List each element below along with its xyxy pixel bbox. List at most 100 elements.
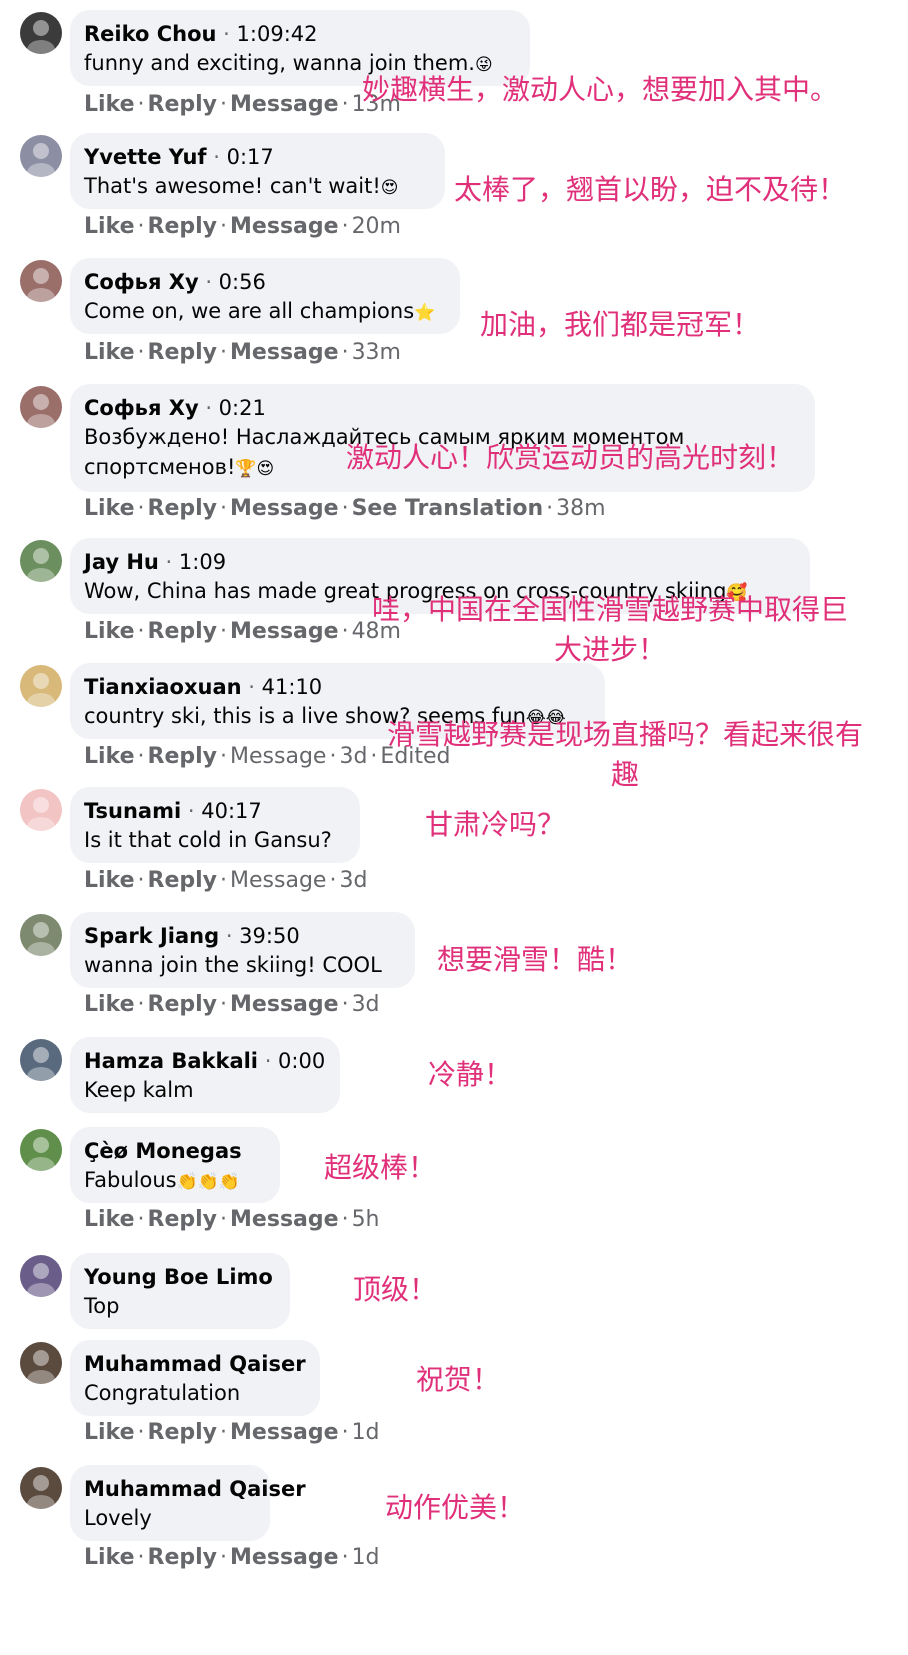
separator: ·	[220, 992, 228, 1017]
comment-age[interactable]: 1d	[352, 1420, 380, 1445]
video-timestamp[interactable]: 1:09:42	[237, 22, 318, 46]
comment-text-line: Is it that cold in Gansu?	[84, 828, 332, 852]
video-timestamp[interactable]: 0:00	[278, 1049, 325, 1073]
message-button[interactable]: Message	[230, 1420, 339, 1445]
video-timestamp[interactable]: 0:56	[219, 270, 266, 294]
reply-button[interactable]: Reply	[148, 92, 218, 117]
comment-age[interactable]: 33m	[352, 340, 401, 365]
comment-author[interactable]: Софья Ху	[84, 396, 199, 420]
comment-author[interactable]: Hamza Bakkali	[84, 1049, 258, 1073]
avatar[interactable]	[20, 386, 62, 428]
avatar[interactable]	[20, 135, 62, 177]
like-button[interactable]: Like	[84, 868, 135, 893]
translation-overlay: 祝贺！	[415, 1363, 500, 1396]
reply-button[interactable]: Reply	[148, 992, 218, 1017]
comment-text-line: Come on, we are all champions	[84, 299, 415, 323]
message-button[interactable]: Message	[230, 214, 339, 239]
comment-age[interactable]: 3d	[339, 744, 367, 769]
like-button[interactable]: Like	[84, 992, 135, 1017]
message-button[interactable]: Message	[230, 340, 339, 365]
message-button[interactable]: Message	[230, 868, 326, 893]
separator: ·	[137, 619, 145, 644]
separator: ·	[220, 1420, 228, 1445]
like-button[interactable]: Like	[84, 214, 135, 239]
comment-author[interactable]: Spark Jiang	[84, 924, 219, 948]
separator: ·	[137, 496, 145, 521]
comment-author[interactable]: Jay Hu	[84, 550, 159, 574]
message-button[interactable]: Message	[230, 744, 326, 769]
separator: ·	[198, 396, 219, 420]
comment-author[interactable]: Tsunami	[84, 799, 181, 823]
separator: ·	[220, 340, 228, 365]
comment-author[interactable]: Софья Ху	[84, 270, 199, 294]
comment-text: Top	[84, 1291, 276, 1321]
separator: ·	[341, 214, 349, 239]
comment-author[interactable]: Tianxiaoxuan	[84, 675, 242, 699]
message-button[interactable]: Message	[230, 92, 339, 117]
reply-button[interactable]: Reply	[148, 1420, 218, 1445]
comment-age[interactable]: 20m	[352, 214, 401, 239]
video-timestamp[interactable]: 1:09	[179, 550, 226, 574]
comment-header: Reiko Chou · 1:09:42	[84, 20, 516, 48]
like-button[interactable]: Like	[84, 744, 135, 769]
like-button[interactable]: Like	[84, 340, 135, 365]
comment-age[interactable]: 3d	[339, 868, 367, 893]
video-timestamp[interactable]: 40:17	[201, 799, 262, 823]
comment-age[interactable]: 1d	[352, 1545, 380, 1570]
avatar[interactable]	[20, 1467, 62, 1509]
comment-author[interactable]: Young Boe Limo	[84, 1265, 273, 1289]
like-button[interactable]: Like	[84, 1420, 135, 1445]
comment-author[interactable]: Yvette Yuf	[84, 145, 207, 169]
avatar[interactable]	[20, 665, 62, 707]
comment-author[interactable]: Reiko Chou	[84, 22, 217, 46]
comment-text-line: wanna join the skiing! COOL	[84, 953, 382, 977]
reply-button[interactable]: Reply	[148, 1545, 218, 1570]
separator: ·	[220, 868, 228, 893]
see-translation-link[interactable]: See Translation	[352, 496, 544, 521]
avatar[interactable]	[20, 260, 62, 302]
avatar[interactable]	[20, 1039, 62, 1081]
separator: ·	[181, 799, 202, 823]
like-button[interactable]: Like	[84, 1207, 135, 1232]
comment-age[interactable]: 3d	[352, 992, 380, 1017]
comment-bubble: Софья Ху · 0:56 Come on, we are all champ…	[70, 258, 460, 334]
comment-bubble: Muhammad Qaiser Congratulation	[70, 1340, 320, 1416]
reply-button[interactable]: Reply	[148, 214, 218, 239]
message-button[interactable]: Message	[230, 992, 339, 1017]
comment-header: Çèø Monegas	[84, 1137, 266, 1165]
avatar[interactable]	[20, 1129, 62, 1171]
avatar[interactable]	[20, 1255, 62, 1297]
comment-author[interactable]: Muhammad Qaiser	[84, 1477, 306, 1501]
reply-button[interactable]: Reply	[148, 1207, 218, 1232]
reply-button[interactable]: Reply	[148, 496, 218, 521]
video-timestamp[interactable]: 39:50	[239, 924, 300, 948]
reply-button[interactable]: Reply	[148, 619, 218, 644]
reply-button[interactable]: Reply	[148, 744, 218, 769]
video-timestamp[interactable]: 0:21	[219, 396, 266, 420]
message-button[interactable]: Message	[230, 619, 339, 644]
comment-age[interactable]: 38m	[556, 496, 605, 521]
translation-overlay: 哇，中国在全国性滑雪越野赛中取得巨大进步！	[371, 593, 848, 666]
avatar[interactable]	[20, 789, 62, 831]
avatar[interactable]	[20, 914, 62, 956]
comment-author[interactable]: Çèø Monegas	[84, 1139, 242, 1163]
avatar[interactable]	[20, 540, 62, 582]
like-button[interactable]: Like	[84, 619, 135, 644]
reply-button[interactable]: Reply	[148, 868, 218, 893]
video-timestamp[interactable]: 0:17	[227, 145, 274, 169]
message-button[interactable]: Message	[230, 1545, 339, 1570]
separator: ·	[137, 1420, 145, 1445]
like-button[interactable]: Like	[84, 92, 135, 117]
reply-button[interactable]: Reply	[148, 340, 218, 365]
separator: ·	[220, 496, 228, 521]
message-button[interactable]: Message	[230, 496, 339, 521]
comment-text-line: спортсменов!	[84, 455, 236, 479]
like-button[interactable]: Like	[84, 1545, 135, 1570]
message-button[interactable]: Message	[230, 1207, 339, 1232]
like-button[interactable]: Like	[84, 496, 135, 521]
avatar[interactable]	[20, 1342, 62, 1384]
video-timestamp[interactable]: 41:10	[262, 675, 323, 699]
comment-author[interactable]: Muhammad Qaiser	[84, 1352, 306, 1376]
avatar[interactable]	[20, 12, 62, 54]
comment-age[interactable]: 5h	[352, 1207, 380, 1232]
